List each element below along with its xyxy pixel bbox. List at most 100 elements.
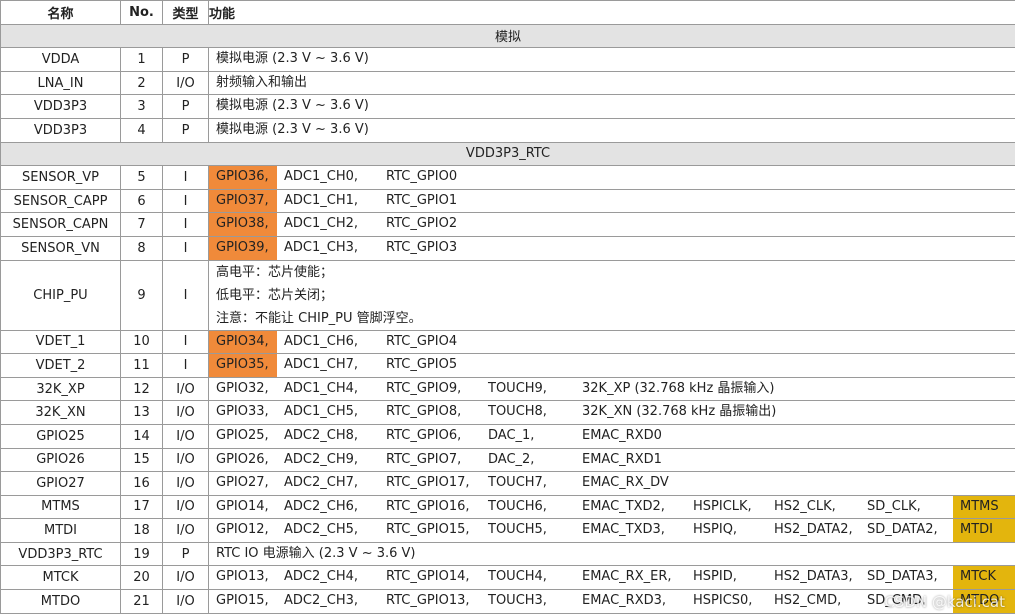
pin-type: P xyxy=(163,48,209,72)
pin-type: I/O xyxy=(163,472,209,496)
section-title: VDD3P3_RTC xyxy=(1,142,1015,166)
pin-function: GPIO34,ADC1_CH6,RTC_GPIO4 xyxy=(209,330,1015,354)
pin-number: 7 xyxy=(121,213,163,237)
function-item: RTC_GPIO3 xyxy=(379,237,481,260)
function-item: TOUCH5, xyxy=(481,519,575,542)
pin-name: GPIO25 xyxy=(1,424,121,448)
function-item: MTMS xyxy=(953,496,1015,519)
function-item: DAC_2, xyxy=(481,449,575,472)
pin-number: 12 xyxy=(121,377,163,401)
pin-name: VDDA xyxy=(1,48,121,72)
function-item: RTC_GPIO4 xyxy=(379,331,481,354)
function-item: HSPICLK, xyxy=(686,496,767,519)
pin-function: GPIO12,ADC2_CH5,RTC_GPIO15,TOUCH5,EMAC_T… xyxy=(209,519,1015,543)
pin-number: 17 xyxy=(121,495,163,519)
header-no: No. xyxy=(121,1,163,25)
section-row: 模拟 xyxy=(1,24,1015,48)
function-item: ADC1_CH3, xyxy=(277,237,379,260)
pin-type: I xyxy=(163,236,209,260)
table-row: 32K_XP12I/OGPIO32,ADC1_CH4,RTC_GPIO9,TOU… xyxy=(1,377,1015,401)
pin-name: VDET_1 xyxy=(1,330,121,354)
pin-type: I/O xyxy=(163,495,209,519)
table-row: VDET_110IGPIO34,ADC1_CH6,RTC_GPIO4 xyxy=(1,330,1015,354)
function-item: HS2_CMD, xyxy=(767,590,860,613)
function-item: HSPIQ, xyxy=(686,519,767,542)
pin-function: GPIO26,ADC2_CH9,RTC_GPIO7,DAC_2,EMAC_RXD… xyxy=(209,448,1015,472)
function-item: HS2_DATA2, xyxy=(767,519,860,542)
pin-name: LNA_IN xyxy=(1,71,121,95)
function-item: RTC_GPIO17, xyxy=(379,472,481,495)
function-item: GPIO38, xyxy=(209,213,277,236)
pin-table: 名称 No. 类型 功能 模拟VDDA1P模拟电源 (2.3 V ~ 3.6 V… xyxy=(0,0,1015,614)
function-item: ADC2_CH4, xyxy=(277,566,379,589)
pin-number: 15 xyxy=(121,448,163,472)
function-item: GPIO39, xyxy=(209,237,277,260)
table-row: MTDI18I/OGPIO12,ADC2_CH5,RTC_GPIO15,TOUC… xyxy=(1,519,1015,543)
pin-function: 模拟电源 (2.3 V ~ 3.6 V) xyxy=(209,95,1015,119)
function-item: 射频输入和输出 xyxy=(209,72,307,95)
pin-function: GPIO27,ADC2_CH7,RTC_GPIO17,TOUCH7,EMAC_R… xyxy=(209,472,1015,496)
pin-number: 1 xyxy=(121,48,163,72)
pin-name: MTCK xyxy=(1,566,121,590)
pin-function: 高电平：芯片使能；低电平：芯片关闭；注意：不能让 CHIP_PU 管脚浮空。 xyxy=(209,260,1015,330)
table-row: CHIP_PU9I高电平：芯片使能；低电平：芯片关闭；注意：不能让 CHIP_P… xyxy=(1,260,1015,330)
function-item: RTC_GPIO5 xyxy=(379,354,481,377)
function-item: GPIO33, xyxy=(209,401,277,424)
function-note-line: 低电平：芯片关闭； xyxy=(209,284,1015,307)
table-row: VDD3P34P模拟电源 (2.3 V ~ 3.6 V) xyxy=(1,118,1015,142)
function-item: EMAC_TXD2, xyxy=(575,496,686,519)
pin-number: 13 xyxy=(121,401,163,425)
function-item: GPIO37, xyxy=(209,190,277,213)
function-item: EMAC_RX_DV xyxy=(575,472,686,495)
pin-name: SENSOR_CAPN xyxy=(1,213,121,237)
table-row: GPIO2615I/OGPIO26,ADC2_CH9,RTC_GPIO7,DAC… xyxy=(1,448,1015,472)
function-item: RTC_GPIO16, xyxy=(379,496,481,519)
function-item: MTCK xyxy=(953,566,1015,589)
pin-type: I/O xyxy=(163,401,209,425)
function-item: ADC2_CH8, xyxy=(277,425,379,448)
header-type: 类型 xyxy=(163,1,209,25)
pin-function: RTC IO 电源输入 (2.3 V ~ 3.6 V) xyxy=(209,542,1015,566)
function-item: TOUCH9, xyxy=(481,378,575,401)
pin-number: 8 xyxy=(121,236,163,260)
function-item: ADC2_CH7, xyxy=(277,472,379,495)
pin-number: 21 xyxy=(121,590,163,614)
function-item: 模拟电源 (2.3 V ~ 3.6 V) xyxy=(209,48,369,71)
pin-type: I xyxy=(163,260,209,330)
pin-function: 射频输入和输出 xyxy=(209,71,1015,95)
pin-type: I/O xyxy=(163,424,209,448)
pin-number: 20 xyxy=(121,566,163,590)
function-item: GPIO36, xyxy=(209,166,277,189)
header-name: 名称 xyxy=(1,1,121,25)
pin-number: 6 xyxy=(121,189,163,213)
function-item: HSPICS0, xyxy=(686,590,767,613)
pin-type: I/O xyxy=(163,519,209,543)
pin-name: VDD3P3_RTC xyxy=(1,542,121,566)
function-item: SD_DATA3, xyxy=(860,566,953,589)
function-item: HS2_CLK, xyxy=(767,496,860,519)
function-item: ADC1_CH4, xyxy=(277,378,379,401)
pin-type: P xyxy=(163,118,209,142)
pin-name: CHIP_PU xyxy=(1,260,121,330)
pin-function: 模拟电源 (2.3 V ~ 3.6 V) xyxy=(209,118,1015,142)
function-item: RTC_GPIO2 xyxy=(379,213,481,236)
pin-name: 32K_XP xyxy=(1,377,121,401)
pin-number: 5 xyxy=(121,166,163,190)
pin-type: I xyxy=(163,330,209,354)
table-row: MTDO21I/OGPIO15,ADC2_CH3,RTC_GPIO13,TOUC… xyxy=(1,590,1015,614)
function-item: RTC IO 电源输入 (2.3 V ~ 3.6 V) xyxy=(209,543,416,566)
pin-number: 14 xyxy=(121,424,163,448)
pin-name: SENSOR_VP xyxy=(1,166,121,190)
function-item: GPIO14, xyxy=(209,496,277,519)
table-row: SENSOR_CAPP6IGPIO37,ADC1_CH1,RTC_GPIO1 xyxy=(1,189,1015,213)
pin-type: I xyxy=(163,166,209,190)
pin-function: GPIO37,ADC1_CH1,RTC_GPIO1 xyxy=(209,189,1015,213)
table-row: SENSOR_VP5IGPIO36,ADC1_CH0,RTC_GPIO0 xyxy=(1,166,1015,190)
table-row: VDET_211IGPIO35,ADC1_CH7,RTC_GPIO5 xyxy=(1,354,1015,378)
header-row: 名称 No. 类型 功能 xyxy=(1,1,1015,25)
function-item: RTC_GPIO13, xyxy=(379,590,481,613)
function-item: HSPID, xyxy=(686,566,767,589)
pin-type: I/O xyxy=(163,377,209,401)
pin-type: P xyxy=(163,542,209,566)
pin-number: 2 xyxy=(121,71,163,95)
